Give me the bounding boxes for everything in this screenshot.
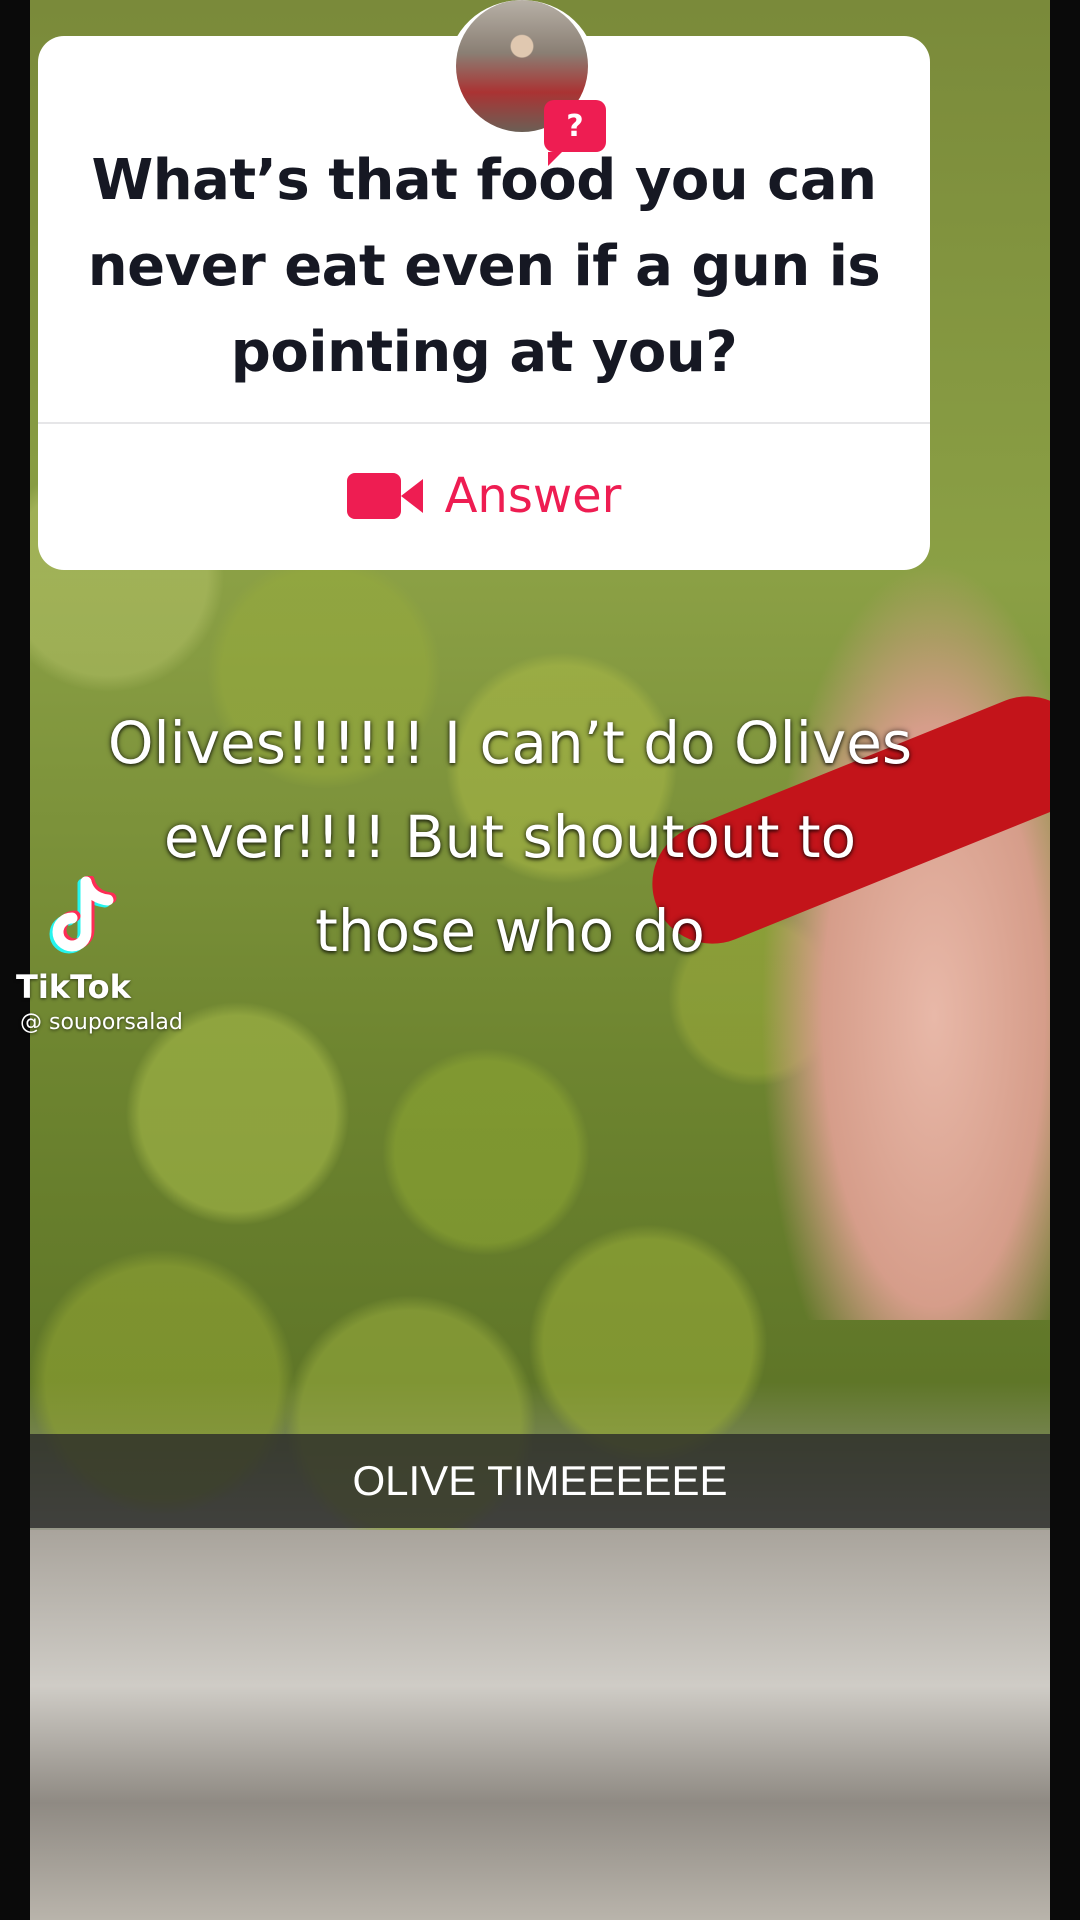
tiktok-note-icon	[49, 876, 117, 954]
answer-button[interactable]: Answer	[38, 426, 930, 566]
answer-label: Answer	[444, 468, 622, 524]
right-letterbox	[1050, 0, 1080, 1920]
question-sticker[interactable]: ? What’s that food you can never eat eve…	[38, 0, 930, 570]
video-camera-icon	[346, 473, 423, 519]
snap-caption-text: OLIVE TIMEEEEEE	[352, 1457, 728, 1504]
tiktok-watermark: TikTok @ souporsalad	[16, 876, 216, 1036]
divider	[38, 422, 930, 424]
caption-line: Olives!!!!!! I can’t do Olives	[107, 709, 913, 777]
creator-handle: @ souporsalad	[20, 1010, 183, 1035]
question-text: What’s that food you can never eat even …	[87, 148, 881, 385]
counter-image	[30, 1530, 1050, 1920]
tiktok-wordmark: TikTok	[16, 968, 131, 1006]
caption-line: ever!!!! But shoutout to	[163, 803, 857, 871]
snap-caption-bar: OLIVE TIMEEEEEE	[30, 1434, 1050, 1528]
